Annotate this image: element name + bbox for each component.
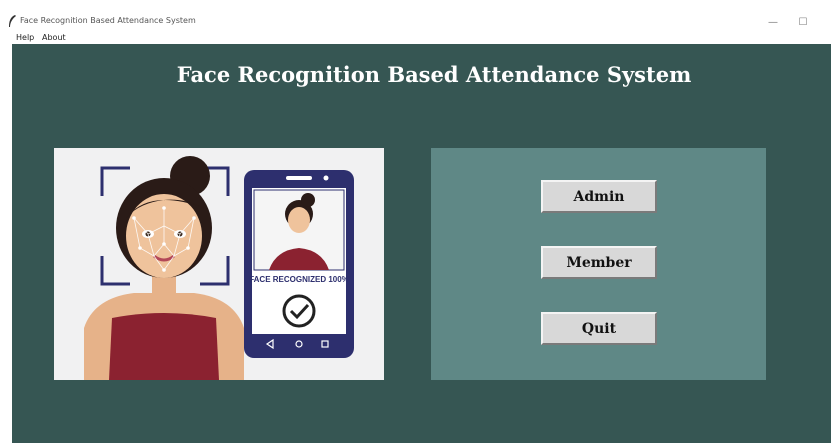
phone-caption: FACE RECOGNIZED 100% (249, 275, 349, 284)
menu-help[interactable]: Help (16, 33, 34, 42)
maximize-icon[interactable]: ☐ (788, 12, 818, 32)
title-bar: Face Recognition Based Attendance System… (0, 12, 831, 32)
menu-bar: Help About (0, 32, 831, 44)
phone-figure: FACE RECOGNIZED 100% (244, 170, 354, 358)
face-recognition-illustration: FACE RECOGNIZED 100% (54, 148, 384, 380)
woman-figure (84, 156, 244, 380)
page-title: Face Recognition Based Attendance System (176, 62, 692, 87)
quit-button[interactable]: Quit (541, 312, 657, 345)
minimize-icon[interactable]: — (758, 12, 788, 32)
button-panel: Admin Member Quit (431, 148, 766, 380)
admin-button[interactable]: Admin (541, 180, 657, 213)
feather-icon (9, 15, 16, 27)
menu-about[interactable]: About (42, 33, 66, 42)
member-button[interactable]: Member (541, 246, 657, 279)
window-title: Face Recognition Based Attendance System (20, 16, 196, 25)
main-area: Face Recognition Based Attendance System (12, 44, 831, 443)
